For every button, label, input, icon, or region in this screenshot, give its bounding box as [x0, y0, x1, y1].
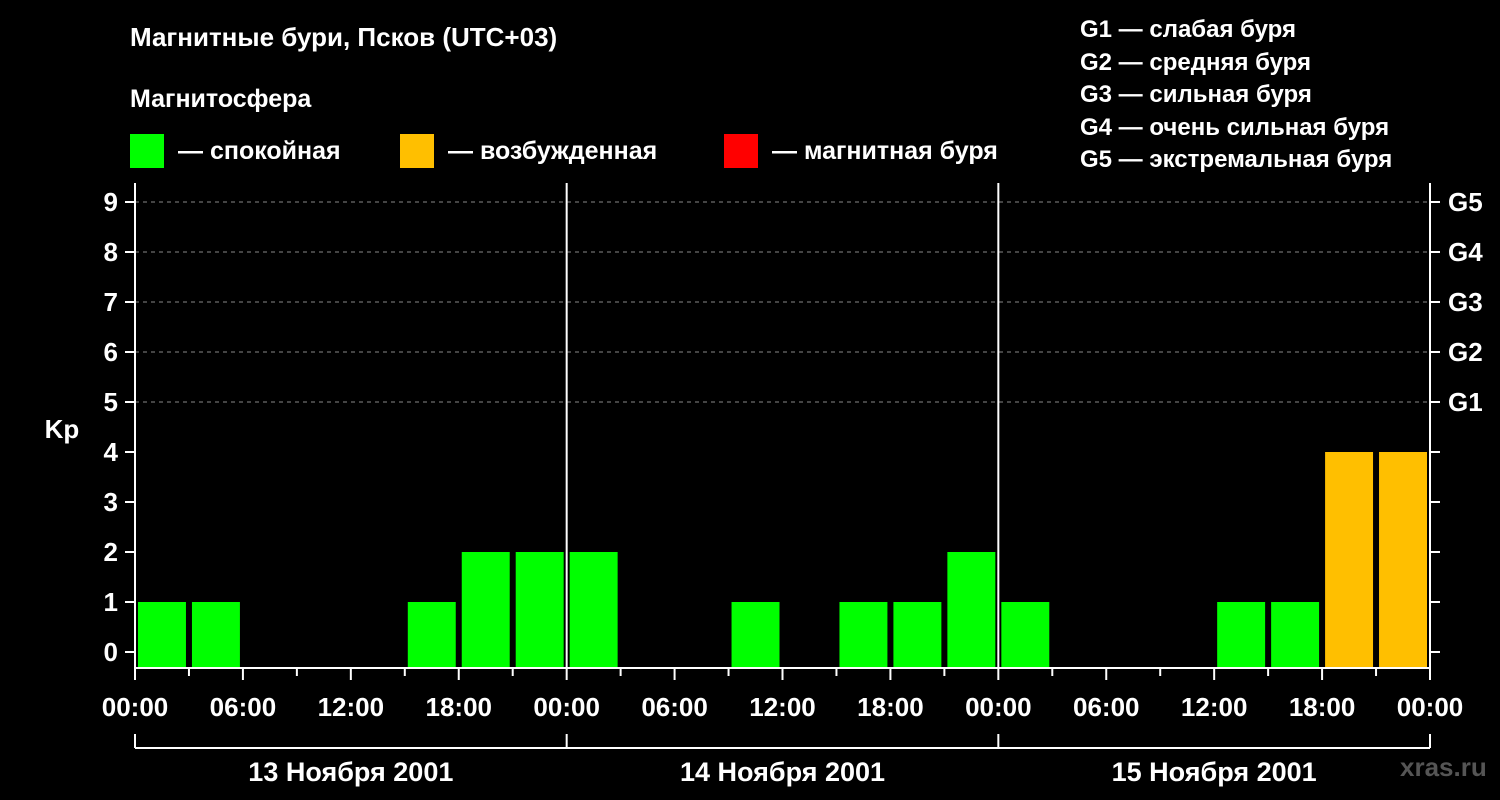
y-tick-label-8: 8: [104, 237, 118, 267]
kp-bar-22: [1325, 452, 1374, 668]
x-tick-label-7: 18:00: [857, 692, 924, 722]
day-label-0: 13 Ноября 2001: [248, 757, 453, 787]
right-tick-label-g2: G2: [1448, 337, 1483, 367]
y-tick-label-7: 7: [104, 287, 118, 317]
right-tick-label-g3: G3: [1448, 287, 1483, 317]
y-axis-label: Kp: [45, 414, 80, 444]
x-tick-label-6: 12:00: [749, 692, 816, 722]
x-tick-label-4: 00:00: [533, 692, 600, 722]
kp-chart: 0 1 2 3 4 5 6 7 8 9 G1 G2 G3 G4 G5 Kp 00:00 06:00 12:00 18:…: [45, 183, 1483, 787]
watermark: xras.ru: [1400, 752, 1487, 782]
y-tick-label-6: 6: [104, 337, 118, 367]
x-tick-label-1: 06:00: [210, 692, 277, 722]
right-tick-label-g5: G5: [1448, 187, 1483, 217]
x-tick-label-9: 06:00: [1073, 692, 1140, 722]
right-tick-label-g1: G1: [1448, 387, 1483, 417]
kp-bar-16: [1001, 602, 1050, 668]
y-tick-label-3: 3: [104, 487, 118, 517]
x-tick-label-5: 06:00: [641, 692, 708, 722]
y-tick-label-2: 2: [104, 537, 118, 567]
x-tick-label-2: 12:00: [318, 692, 385, 722]
kp-bar-11: [731, 602, 780, 668]
kp-bar-5: [407, 602, 456, 668]
right-tick-label-g4: G4: [1448, 237, 1483, 267]
y-tick-label-4: 4: [104, 437, 119, 467]
x-tick-label-12: 00:00: [1397, 692, 1464, 722]
day-label-2: 15 Ноября 2001: [1112, 757, 1317, 787]
x-tick-label-8: 00:00: [965, 692, 1032, 722]
kp-bar-8: [569, 552, 618, 668]
y-tick-label-0: 0: [104, 637, 118, 667]
kp-bar-15: [947, 552, 996, 668]
kp-bar-23: [1379, 452, 1427, 668]
kp-bar-20: [1217, 602, 1266, 668]
y-tick-label-9: 9: [104, 187, 118, 217]
x-tick-label-3: 18:00: [426, 692, 493, 722]
kp-bar-13: [839, 602, 888, 668]
kp-bar-21: [1271, 602, 1320, 668]
x-tick-label-0: 00:00: [102, 692, 169, 722]
x-tick-label-11: 18:00: [1289, 692, 1356, 722]
y-tick-label-5: 5: [104, 387, 118, 417]
y-tick-label-1: 1: [104, 587, 118, 617]
kp-bar-14: [893, 602, 942, 668]
x-tick-label-10: 12:00: [1181, 692, 1248, 722]
kp-bar-6: [461, 552, 510, 668]
kp-bar-7: [515, 552, 564, 668]
kp-bar-0: [138, 602, 186, 668]
day-label-1: 14 Ноября 2001: [680, 757, 885, 787]
kp-bar-1: [191, 602, 240, 668]
